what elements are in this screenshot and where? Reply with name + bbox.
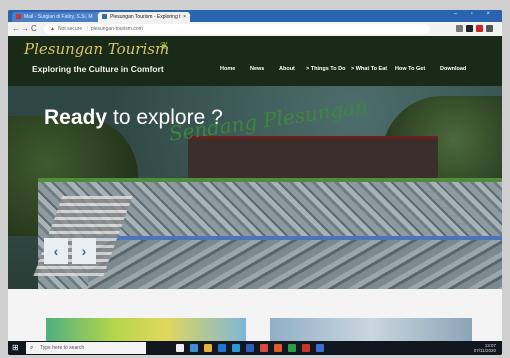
- url-text: plesungan-tourism.com: [90, 26, 143, 32]
- file-explorer-icon[interactable]: [190, 344, 198, 352]
- nav-home[interactable]: Home: [220, 66, 235, 72]
- store-icon[interactable]: [232, 344, 240, 352]
- nav-news[interactable]: News: [250, 66, 264, 72]
- leaf-icon: ❦: [160, 41, 169, 52]
- excel-icon[interactable]: [288, 344, 296, 352]
- tray-date: 07/11/2020: [473, 348, 496, 353]
- carousel-prev-button[interactable]: ‹: [44, 238, 68, 264]
- carousel-next-button[interactable]: ›: [72, 238, 96, 264]
- extension-icon[interactable]: [476, 25, 483, 32]
- nav-what-to-eat[interactable]: > What To Eat: [351, 66, 387, 72]
- tab-plesungan[interactable]: Plesungan Tourism - Exploring t ×: [98, 12, 190, 22]
- reload-icon[interactable]: C: [31, 24, 37, 33]
- app-icon[interactable]: [316, 344, 324, 352]
- nav-about[interactable]: About: [279, 66, 295, 72]
- new-tab-button[interactable]: +: [186, 11, 191, 20]
- nav-how-to-get[interactable]: How To Get: [395, 66, 425, 72]
- monitor-screen: Mail - Surgian di Fatiry, S.Si, M × Ples…: [8, 10, 502, 355]
- powerpoint-icon[interactable]: [274, 344, 282, 352]
- window-controls[interactable]: – ▫ ×: [454, 11, 496, 17]
- hero-headline-bold: Ready: [44, 106, 108, 129]
- url-input[interactable]: ▲ Not secure | plesungan-tourism.com: [44, 24, 430, 34]
- folder-icon[interactable]: [204, 344, 212, 352]
- back-arrow-icon[interactable]: ←: [12, 24, 20, 33]
- tab-mail-label: Mail - Surgian di Fatiry, S.Si, M: [24, 14, 93, 20]
- chrome-icon[interactable]: [260, 344, 268, 352]
- word-icon[interactable]: [246, 344, 254, 352]
- site-favicon-icon: [102, 14, 107, 20]
- site-header: Plesungan Tourism ❦ Exploring the Cultur…: [8, 36, 502, 86]
- edge-icon[interactable]: [218, 344, 226, 352]
- url-warning-label: Not secure: [57, 26, 83, 32]
- acrobat-icon[interactable]: [302, 344, 310, 352]
- address-bar-row: ← → C ▲ Not secure | plesungan-tourism.com: [8, 22, 502, 36]
- browser-tab-strip: Mail - Surgian di Fatiry, S.Si, M × Ples…: [8, 10, 502, 22]
- feature-card-image[interactable]: [270, 318, 472, 341]
- taskbar-search-placeholder: Type here to search: [40, 345, 85, 351]
- forward-arrow-icon[interactable]: →: [21, 24, 29, 33]
- site-tagline: Exploring the Culture in Comfort: [32, 64, 164, 74]
- mail-favicon-icon: [16, 14, 21, 20]
- search-icon: ⌕: [30, 345, 34, 351]
- hero-stone-wall-lower: [88, 236, 502, 289]
- tab-plesungan-label: Plesungan Tourism - Exploring t: [110, 14, 181, 20]
- windows-start-icon[interactable]: ⊞: [12, 344, 20, 352]
- tab-mail[interactable]: Mail - Surgian di Fatiry, S.Si, M ×: [12, 12, 104, 22]
- menu-icon[interactable]: [486, 25, 493, 32]
- windows-taskbar: ⊞ ⌕ Type here to search 13:07 07/11/2020: [8, 341, 502, 355]
- hero-banner: Sendang Plesungan Ready to explore ? ‹ ›: [8, 86, 502, 289]
- feature-card-image[interactable]: [46, 318, 246, 341]
- content-section: [8, 289, 502, 341]
- hero-headline: Ready to explore ?: [44, 106, 223, 130]
- nav-things-to-do[interactable]: > Things To Do: [306, 66, 345, 72]
- hero-headline-rest: to explore ?: [113, 106, 223, 129]
- extension-icon[interactable]: [466, 25, 473, 32]
- star-icon[interactable]: [456, 25, 463, 32]
- site-logo[interactable]: Plesungan Tourism: [24, 40, 169, 58]
- warning-icon: ▲: [50, 26, 55, 32]
- taskbar-search-input[interactable]: ⌕ Type here to search: [26, 342, 146, 354]
- system-tray-clock[interactable]: 13:07 07/11/2020: [474, 343, 496, 353]
- task-view-icon[interactable]: [176, 344, 184, 352]
- nav-download[interactable]: Download: [440, 66, 466, 72]
